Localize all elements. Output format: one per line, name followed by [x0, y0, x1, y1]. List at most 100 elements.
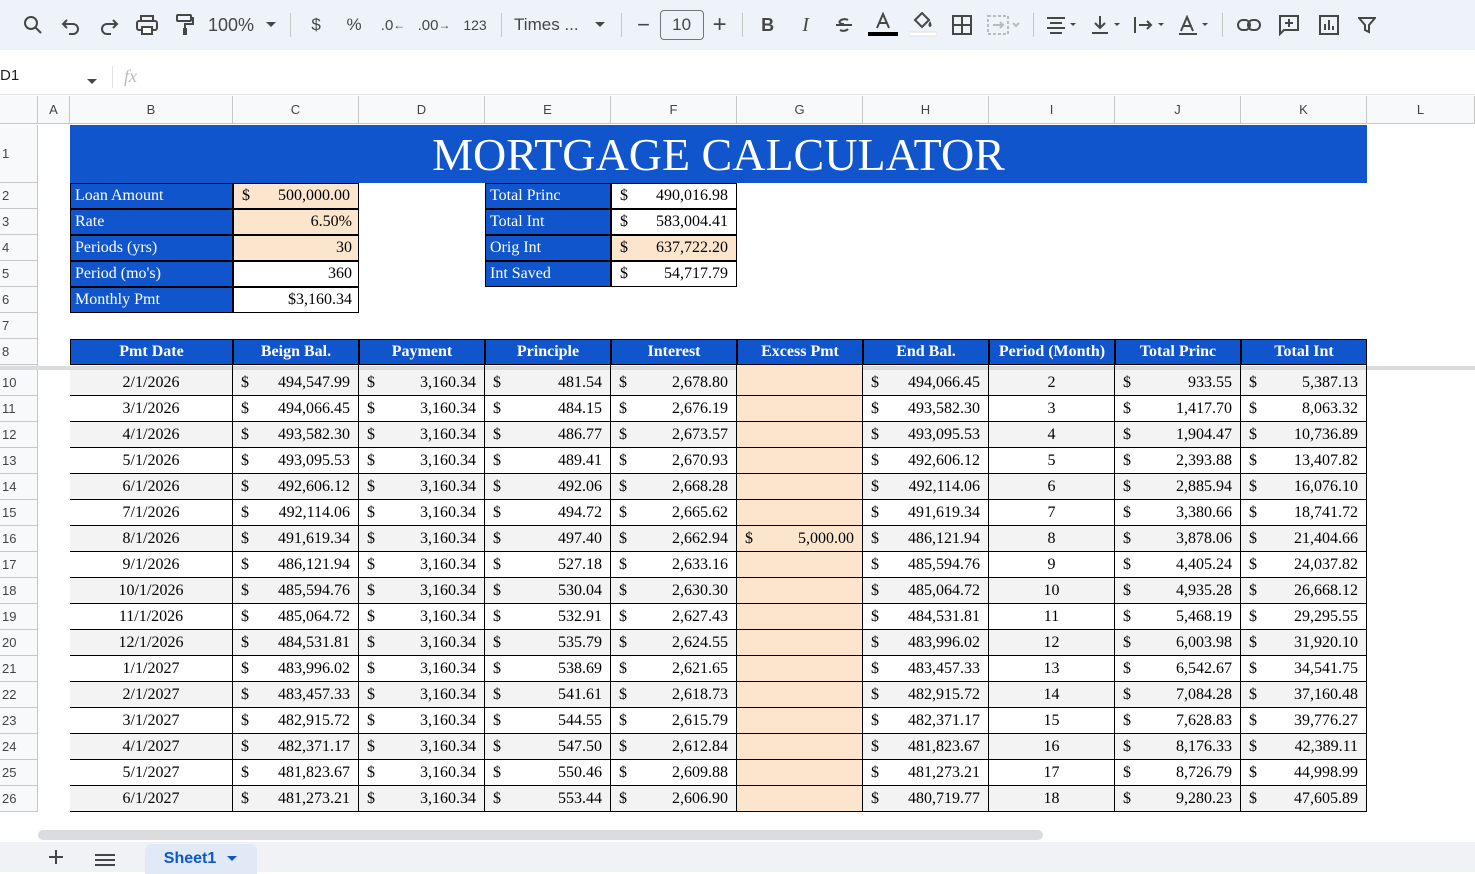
table-cell[interactable]: 6/1/2026: [70, 474, 233, 500]
table-cell[interactable]: $486,121.94: [863, 526, 989, 552]
table-cell[interactable]: 5/1/2027: [70, 760, 233, 786]
table-cell[interactable]: [737, 448, 863, 474]
table-cell[interactable]: $2,668.28: [611, 474, 737, 500]
table-cell[interactable]: $31,920.10: [1241, 630, 1367, 656]
table-cell[interactable]: $3,160.34: [359, 552, 485, 578]
vertical-align-icon[interactable]: [1084, 8, 1128, 42]
zoom-select[interactable]: 100%: [204, 8, 258, 42]
summary-value-cell[interactable]: $583,004.41: [611, 209, 737, 235]
column-header-a[interactable]: A: [38, 96, 70, 124]
percent-format-button[interactable]: %: [335, 8, 373, 42]
table-cell[interactable]: $8,176.33: [1115, 734, 1241, 760]
table-cell[interactable]: [737, 656, 863, 682]
row-header-1[interactable]: 1: [0, 125, 38, 183]
column-header-i[interactable]: I: [989, 96, 1115, 124]
table-cell[interactable]: $1,417.70: [1115, 396, 1241, 422]
table-cell[interactable]: $2,678.80: [611, 370, 737, 396]
table-cell[interactable]: $3,160.34: [359, 630, 485, 656]
table-cell[interactable]: $481,273.21: [863, 760, 989, 786]
table-cell[interactable]: $484,531.81: [863, 604, 989, 630]
table-cell[interactable]: $3,160.34: [359, 370, 485, 396]
table-cell[interactable]: $8,063.32: [1241, 396, 1367, 422]
select-all-corner[interactable]: [0, 96, 38, 124]
chevron-down-icon[interactable]: [86, 73, 98, 91]
row-header-10[interactable]: 10: [0, 370, 38, 396]
table-cell[interactable]: $485,064.72: [863, 578, 989, 604]
table-cell[interactable]: $494,066.45: [863, 370, 989, 396]
table-cell[interactable]: 4/1/2027: [70, 734, 233, 760]
row-header-11[interactable]: 11: [0, 396, 38, 422]
table-cell[interactable]: $9,280.23: [1115, 786, 1241, 812]
insert-link-icon[interactable]: [1229, 8, 1269, 42]
table-cell[interactable]: $492,606.12: [233, 474, 359, 500]
table-header-cell[interactable]: Principle: [485, 339, 611, 365]
table-header-cell[interactable]: Payment: [359, 339, 485, 365]
table-cell[interactable]: [737, 734, 863, 760]
table-cell[interactable]: $493,095.53: [863, 422, 989, 448]
table-cell[interactable]: 12/1/2026: [70, 630, 233, 656]
table-cell[interactable]: $5,000.00: [737, 526, 863, 552]
text-color-icon[interactable]: [863, 8, 903, 42]
table-cell[interactable]: 5/1/2026: [70, 448, 233, 474]
table-cell[interactable]: 11: [989, 604, 1115, 630]
table-cell[interactable]: $2,606.90: [611, 786, 737, 812]
table-cell[interactable]: $5,387.13: [1241, 370, 1367, 396]
table-cell[interactable]: $493,095.53: [233, 448, 359, 474]
table-cell[interactable]: $2,615.79: [611, 708, 737, 734]
table-cell[interactable]: $484,531.81: [233, 630, 359, 656]
table-cell[interactable]: [737, 682, 863, 708]
table-cell[interactable]: 9: [989, 552, 1115, 578]
table-cell[interactable]: $2,670.93: [611, 448, 737, 474]
table-cell[interactable]: $26,668.12: [1241, 578, 1367, 604]
table-cell[interactable]: $553.44: [485, 786, 611, 812]
column-header-l[interactable]: L: [1367, 96, 1475, 124]
table-cell[interactable]: $489.41: [485, 448, 611, 474]
summary-label[interactable]: Total Princ: [485, 183, 611, 209]
table-cell[interactable]: $481,823.67: [863, 734, 989, 760]
table-cell[interactable]: $538.69: [485, 656, 611, 682]
table-cell[interactable]: $2,885.94: [1115, 474, 1241, 500]
strikethrough-icon[interactable]: [825, 8, 863, 42]
table-cell[interactable]: $2,665.62: [611, 500, 737, 526]
table-cell[interactable]: $2,621.65: [611, 656, 737, 682]
table-header-cell[interactable]: End Bal.: [863, 339, 989, 365]
table-cell[interactable]: $482,371.17: [863, 708, 989, 734]
table-cell[interactable]: $4,935.28: [1115, 578, 1241, 604]
table-cell[interactable]: $550.46: [485, 760, 611, 786]
table-cell[interactable]: 8/1/2026: [70, 526, 233, 552]
table-cell[interactable]: $481,273.21: [233, 786, 359, 812]
table-cell[interactable]: 13: [989, 656, 1115, 682]
table-cell[interactable]: $485,594.76: [233, 578, 359, 604]
table-cell[interactable]: [737, 578, 863, 604]
summary-label[interactable]: Orig Int: [485, 235, 611, 261]
table-cell[interactable]: $2,627.43: [611, 604, 737, 630]
table-cell[interactable]: $2,609.88: [611, 760, 737, 786]
table-cell[interactable]: $42,389.11: [1241, 734, 1367, 760]
table-header-cell[interactable]: Beign Bal.: [233, 339, 359, 365]
table-cell[interactable]: $492.06: [485, 474, 611, 500]
table-cell[interactable]: $3,160.34: [359, 422, 485, 448]
redo-icon[interactable]: [90, 8, 128, 42]
summary-label[interactable]: Int Saved: [485, 261, 611, 287]
table-cell[interactable]: $34,541.75: [1241, 656, 1367, 682]
input-label[interactable]: Period (mo's): [70, 261, 233, 287]
scrollbar-thumb[interactable]: [38, 830, 1043, 840]
table-cell[interactable]: 7/1/2026: [70, 500, 233, 526]
font-size-input[interactable]: 10: [659, 10, 704, 40]
table-cell[interactable]: $493,582.30: [233, 422, 359, 448]
input-value-cell[interactable]: $500,000.00: [233, 183, 359, 209]
table-cell[interactable]: $10,736.89: [1241, 422, 1367, 448]
row-header-6[interactable]: 6: [0, 287, 38, 313]
table-header-cell[interactable]: Interest: [611, 339, 737, 365]
table-cell[interactable]: [737, 786, 863, 812]
increase-decimal-button[interactable]: .00 →: [413, 8, 455, 42]
table-cell[interactable]: $484.15: [485, 396, 611, 422]
table-cell[interactable]: $486,121.94: [233, 552, 359, 578]
table-cell[interactable]: 14: [989, 682, 1115, 708]
row-header-18[interactable]: 18: [0, 578, 38, 604]
table-cell[interactable]: $3,160.34: [359, 396, 485, 422]
table-cell[interactable]: $1,904.47: [1115, 422, 1241, 448]
table-cell[interactable]: $544.55: [485, 708, 611, 734]
table-cell[interactable]: $483,457.33: [863, 656, 989, 682]
table-cell[interactable]: $29,295.55: [1241, 604, 1367, 630]
